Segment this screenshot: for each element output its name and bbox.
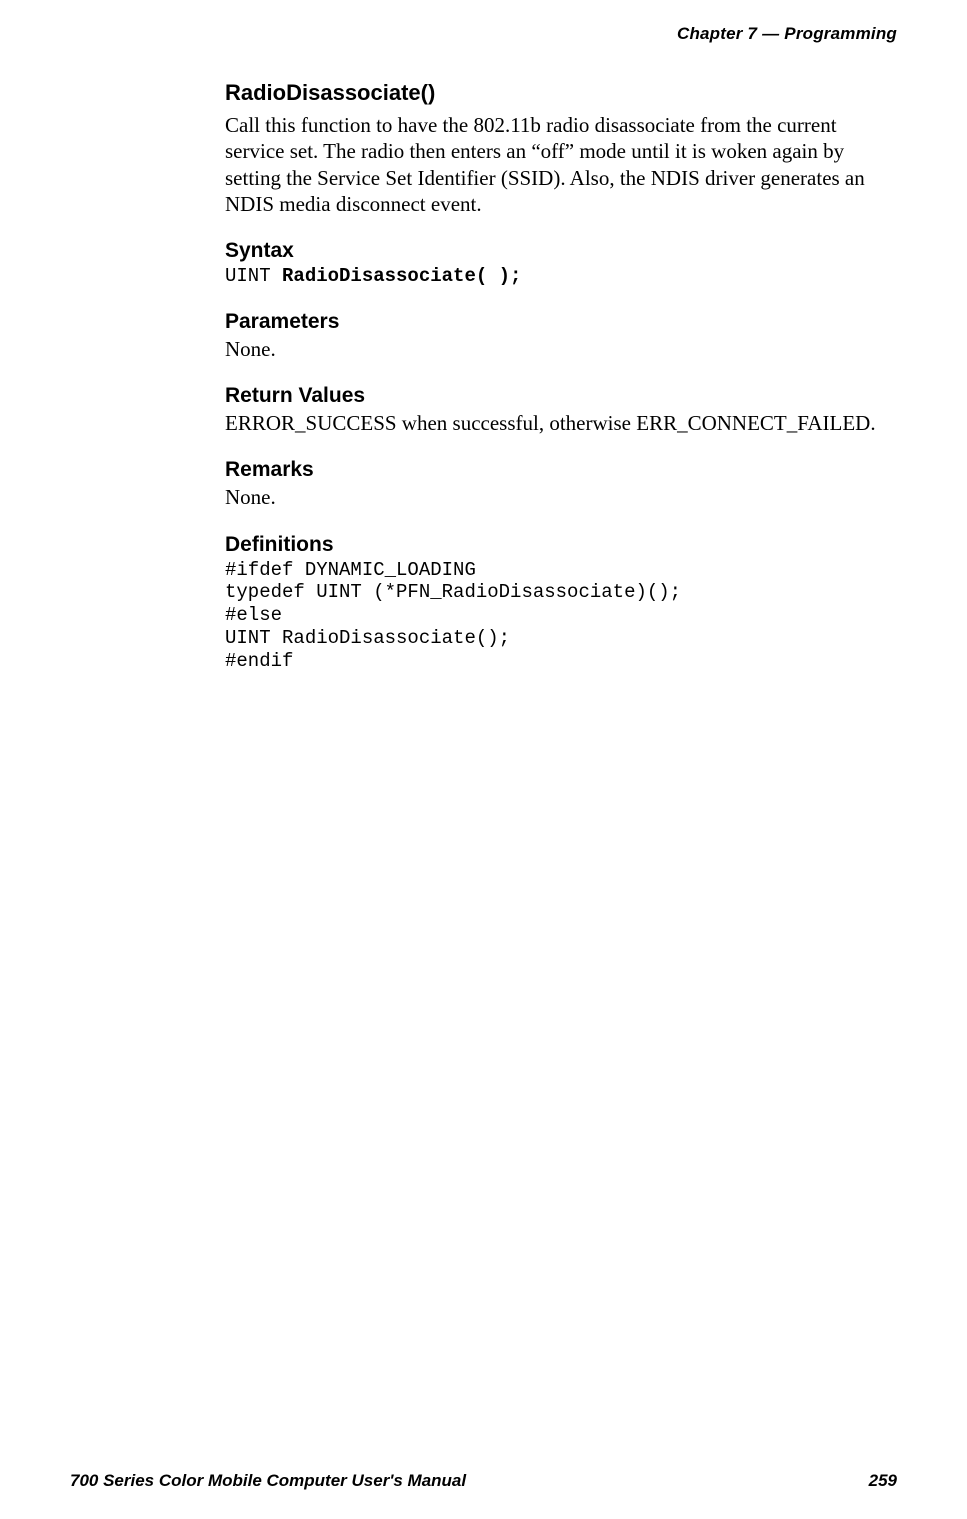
definitions-line-4: #endif (225, 650, 897, 673)
parameters-heading: Parameters (225, 310, 897, 334)
syntax-prefix: UINT (225, 265, 282, 287)
page-footer: 700 Series Color Mobile Computer User's … (70, 1471, 897, 1491)
syntax-heading: Syntax (225, 239, 897, 263)
header-separator: — (762, 24, 779, 43)
remarks-text: None. (225, 484, 897, 510)
chapter-number: 7 (748, 24, 758, 43)
manual-title: 700 Series Color Mobile Computer User's … (70, 1471, 466, 1491)
return-values-section: Return Values ERROR_SUCCESS when success… (225, 384, 897, 436)
page-number: 259 (869, 1471, 897, 1491)
syntax-bold: RadioDisassociate( ); (282, 265, 521, 287)
definitions-heading: Definitions (225, 533, 897, 557)
definitions-line-3: UINT RadioDisassociate(); (225, 627, 897, 650)
syntax-section: Syntax UINT RadioDisassociate( ); (225, 239, 897, 288)
remarks-section: Remarks None. (225, 458, 897, 510)
chapter-label: Chapter (677, 24, 743, 43)
parameters-text: None. (225, 336, 897, 362)
parameters-section: Parameters None. (225, 310, 897, 362)
function-title: RadioDisassociate() (225, 80, 897, 106)
function-description: Call this function to have the 802.11b r… (225, 112, 897, 217)
definitions-line-0: #ifdef DYNAMIC_LOADING (225, 559, 897, 582)
remarks-heading: Remarks (225, 458, 897, 482)
chapter-title: Programming (784, 24, 897, 43)
syntax-code: UINT RadioDisassociate( ); (225, 265, 897, 288)
return-values-text: ERROR_SUCCESS when successful, otherwise… (225, 410, 897, 436)
page-header: Chapter 7 — Programming (677, 24, 897, 44)
page-content: RadioDisassociate() Call this function t… (225, 80, 897, 695)
definitions-line-2: #else (225, 604, 897, 627)
definitions-section: Definitions #ifdef DYNAMIC_LOADING typed… (225, 533, 897, 673)
definitions-line-1: typedef UINT (*PFN_RadioDisassociate)(); (225, 581, 897, 604)
return-values-heading: Return Values (225, 384, 897, 408)
